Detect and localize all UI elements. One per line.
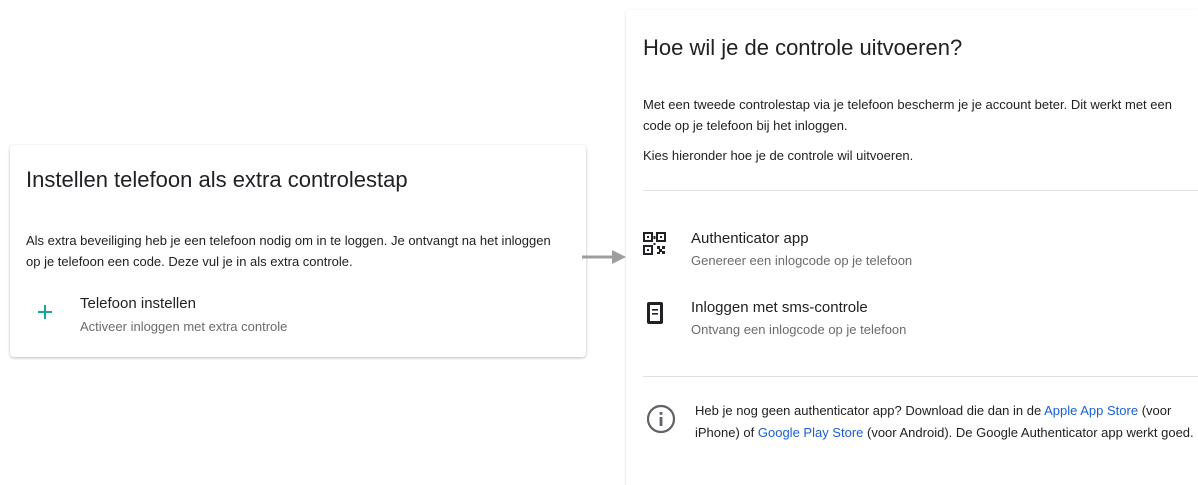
info-message: Heb je nog geen authenticator app? Downl… — [695, 400, 1195, 443]
divider — [643, 190, 1198, 191]
card-title: Hoe wil je de controle uitvoeren? — [643, 35, 963, 60]
plus-icon — [38, 305, 52, 319]
setup-phone-subtitle: Activeer inloggen met extra controle — [80, 319, 288, 334]
option-sms-verification[interactable]: Inloggen met sms-controle Ontvang een in… — [643, 299, 1183, 345]
arrow-right-icon — [582, 250, 626, 264]
info-icon — [646, 404, 676, 434]
option-subtitle: Genereer een inlogcode op je telefoon — [691, 253, 913, 268]
card-description: Als extra beveiliging heb je een telefoo… — [26, 233, 551, 269]
info-text-part: (voor Android). De Google Authenticator … — [863, 424, 1194, 440]
google-play-store-link[interactable]: Google Play Store — [758, 425, 864, 440]
qr-code-icon — [643, 232, 666, 255]
option-title: Inloggen met sms-controle — [691, 299, 868, 316]
card-instruction: Kies hieronder hoe je de controle wil ui… — [643, 148, 914, 163]
card-title: Instellen telefoon als extra controlesta… — [26, 167, 408, 192]
verification-method-card: Hoe wil je de controle uitvoeren? Met ee… — [626, 10, 1198, 485]
info-text-part: Heb je nog geen authenticator app? Downl… — [695, 403, 1045, 418]
setup-phone-button[interactable]: Telefoon instellen Activeer inloggen met… — [26, 295, 546, 335]
phone-setup-card: Instellen telefoon als extra controlesta… — [10, 145, 586, 357]
divider — [643, 376, 1198, 377]
setup-phone-title: Telefoon instellen — [80, 295, 196, 312]
card-intro: Met een tweede controlestap via je telef… — [643, 97, 1172, 133]
apple-app-store-link[interactable]: Apple App Store — [1044, 403, 1138, 418]
option-subtitle: Ontvang een inlogcode op je telefoon — [691, 322, 907, 337]
option-authenticator-app[interactable]: Authenticator app Genereer een inlogcode… — [643, 230, 1183, 276]
phone-icon — [647, 302, 663, 324]
option-title: Authenticator app — [691, 230, 809, 247]
